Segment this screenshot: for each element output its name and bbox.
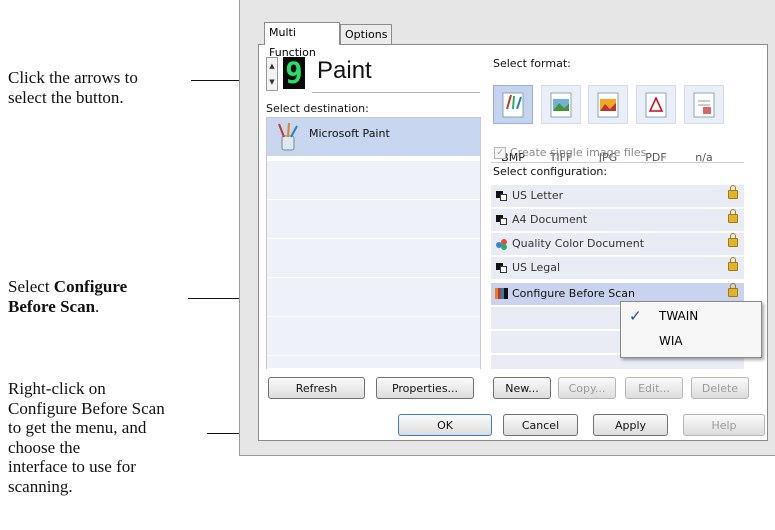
color-bars-icon — [495, 288, 508, 299]
tiff-file-icon — [550, 92, 572, 118]
annotation-configure-lead: Select — [8, 277, 54, 296]
destination-list[interactable]: Microsoft Paint — [266, 117, 481, 369]
format-tiff[interactable] — [541, 85, 581, 124]
annotation-rc-line4: choose the — [8, 437, 81, 457]
new-button[interactable]: New... — [493, 377, 551, 399]
single-image-label: Create single image files — [510, 146, 647, 159]
destination-item-label: Microsoft Paint — [309, 127, 390, 140]
config-item-label: A4 Document — [512, 213, 588, 226]
annotation-arrows: Click the arrows to select the button. — [8, 68, 138, 107]
lock-icon — [728, 257, 738, 271]
annotation-rc-line2: Configure Before Scan — [8, 398, 165, 418]
annotation-configure-bold1: Configure — [53, 277, 128, 296]
destination-empty-row — [267, 161, 480, 200]
bw-scanner-icon — [496, 215, 507, 225]
button-name: Paint — [317, 57, 372, 84]
config-item-label: US Legal — [512, 261, 561, 274]
lock-icon — [728, 283, 738, 297]
generic-file-icon — [693, 92, 715, 118]
spin-down-icon[interactable]: ▼ — [267, 74, 277, 90]
bmp-file-icon — [502, 92, 524, 118]
menu-item-twain-label: TWAIN — [659, 309, 699, 323]
ok-button[interactable]: OK — [398, 414, 492, 436]
check-icon: ✓ — [629, 307, 642, 325]
cancel-button[interactable]: Cancel — [503, 414, 578, 436]
destination-label: Select destination: — [266, 102, 369, 115]
bw-scanner-icon — [496, 191, 507, 201]
annotation-configure-tail: . — [95, 296, 100, 316]
pdf-file-icon — [645, 92, 667, 118]
annotation-rc-line1: Right-click on — [8, 379, 106, 398]
copy-button[interactable]: Copy... — [558, 377, 616, 399]
lock-icon — [728, 185, 738, 199]
properties-button[interactable]: Properties... — [376, 377, 474, 399]
config-item-us-legal[interactable]: US Legal — [491, 257, 744, 280]
name-underline — [312, 92, 480, 93]
tab-multi-function[interactable]: Multi Function — [264, 22, 340, 59]
annotation-rc-line3: to get the menu, and — [8, 418, 147, 437]
lock-icon — [728, 209, 738, 223]
format-separator — [491, 162, 744, 163]
annotation-rc-line5: interface to use for — [8, 457, 136, 476]
bw-scanner-icon — [496, 263, 507, 273]
destination-empty-row — [267, 278, 480, 317]
tab-options[interactable]: Options — [340, 24, 392, 44]
annotation-configure: Select Configure Before Scan. — [8, 277, 127, 316]
format-pdf[interactable] — [636, 85, 676, 124]
edit-button[interactable]: Edit... — [625, 377, 683, 399]
format-na[interactable] — [684, 85, 724, 124]
config-item-us-letter[interactable]: US Letter — [491, 185, 744, 208]
annotation-configure-bold2: Before Scan — [8, 296, 96, 316]
format-bmp[interactable] — [493, 85, 533, 124]
apply-button[interactable]: Apply — [593, 414, 668, 436]
format-label: Select format: — [493, 57, 571, 70]
config-item-label: Quality Color Document — [512, 237, 645, 250]
destination-empty-row — [267, 356, 480, 369]
annotation-arrows-line1: Click the arrows to — [8, 68, 138, 87]
paint-brush-icon — [278, 122, 298, 151]
menu-item-wia-label: WIA — [659, 334, 683, 348]
jpg-file-icon — [597, 92, 619, 118]
menu-item-twain[interactable]: ✓ TWAIN — [623, 305, 757, 327]
lock-icon — [728, 233, 738, 247]
destination-item-microsoft-paint[interactable]: Microsoft Paint — [267, 118, 480, 157]
config-item-label: Configure Before Scan — [512, 287, 636, 300]
config-item-label: US Letter — [512, 189, 564, 202]
config-item-quality-color-document[interactable]: Quality Color Document — [491, 233, 744, 256]
config-item-a4-document[interactable]: A4 Document — [491, 209, 744, 232]
annotation-rc-line6: scanning. — [8, 476, 73, 496]
annotation-arrows-line2: select the button. — [8, 87, 124, 107]
destination-empty-row — [267, 317, 480, 356]
destination-empty-row — [267, 200, 480, 239]
destination-empty-row — [267, 239, 480, 278]
color-palette-icon — [496, 239, 507, 250]
delete-button[interactable]: Delete — [691, 377, 749, 399]
single-image-checkbox[interactable]: ✓ — [494, 147, 506, 159]
refresh-button[interactable]: Refresh — [268, 377, 365, 399]
menu-item-wia[interactable]: WIA — [623, 330, 757, 352]
help-button[interactable]: Help — [683, 414, 765, 436]
configuration-label: Select configuration: — [493, 165, 608, 178]
format-jpg[interactable] — [588, 85, 628, 124]
annotation-rightclick: Right-click on Configure Before Scan to … — [8, 379, 165, 496]
context-menu: ✓ TWAIN WIA — [620, 301, 762, 358]
